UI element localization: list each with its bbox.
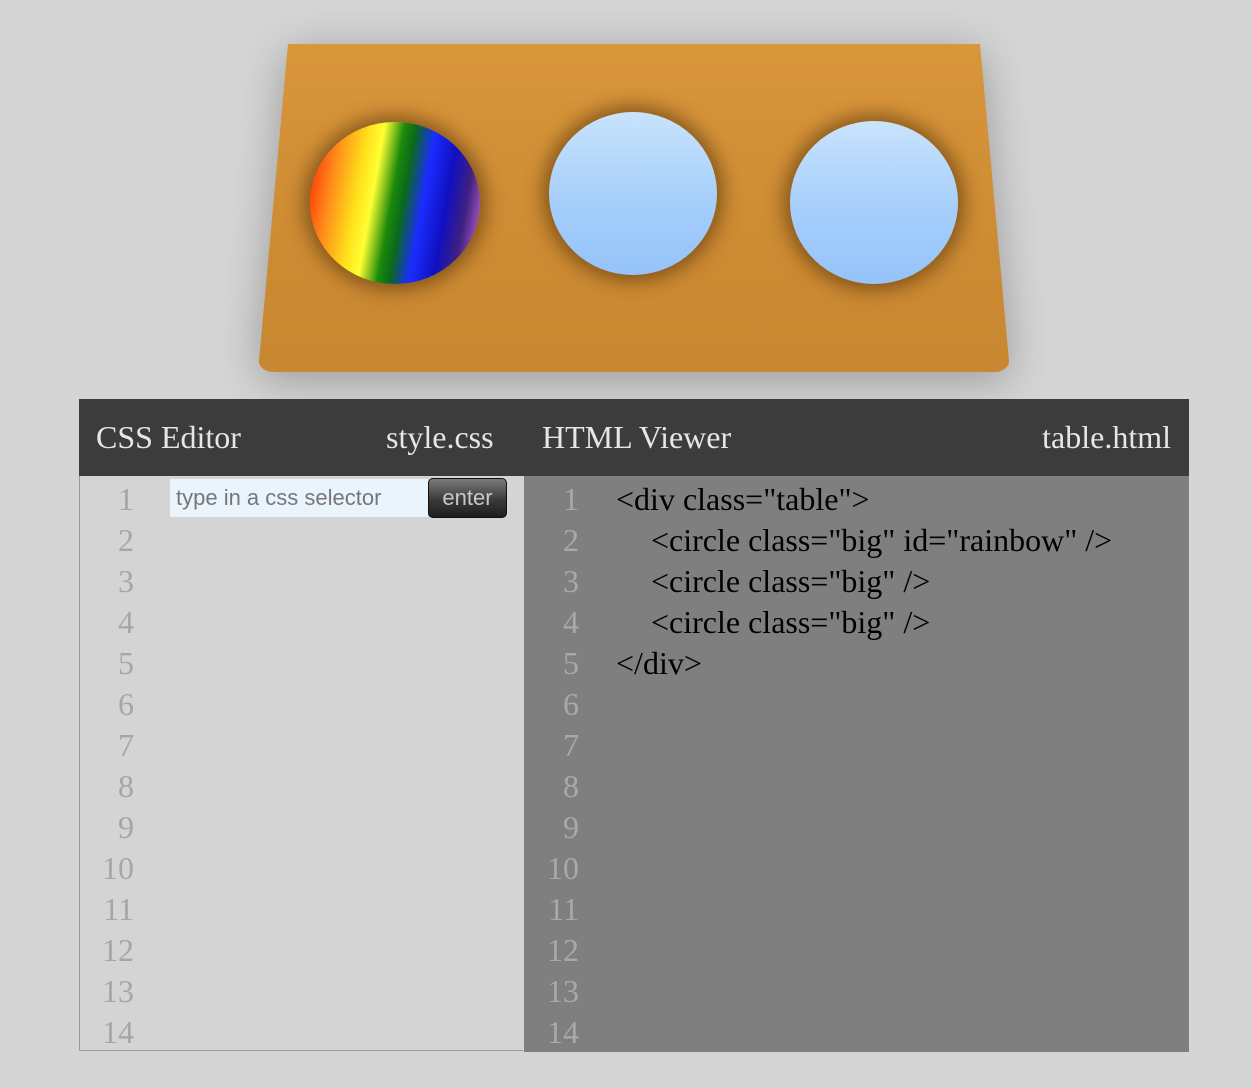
code-line: <div class="table"> [616,481,870,517]
line-number: 4 [118,604,134,640]
editor-panel: CSS Editor style.css HTML Viewer table.h… [79,399,1189,1052]
enter-button[interactable]: enter [428,478,507,518]
html-viewer-pane: 1 2 3 4 5 6 7 8 9 10 11 12 13 14 <div class="table"> <… [524,476,1189,1052]
code-line: <circle class="big" id="rainbow" /> [651,522,1113,558]
line-number: 14 [102,1014,134,1050]
line-number: 6 [563,686,579,722]
code-line: <circle class="big" /> [651,604,931,640]
line-number: 1 [118,481,134,517]
line-number: 4 [563,604,579,640]
css-filename: style.css [386,419,494,455]
code-line: <circle class="big" /> [651,563,931,599]
line-number: 6 [118,686,134,722]
line-number: 13 [102,973,134,1009]
line-number: 13 [547,973,579,1009]
css-line-numbers: 1 2 3 4 5 6 7 8 9 10 11 12 13 14 [80,479,134,1053]
line-number: 2 [118,522,134,558]
line-number: 11 [103,891,134,927]
table [258,44,1010,372]
html-code: <div class="table"> <circle class="big" i… [616,479,1112,684]
line-number: 9 [563,809,579,845]
plate-3 [790,121,958,284]
line-number: 5 [118,645,134,681]
css-selector-input[interactable] [170,479,428,517]
game-scene: CSS Editor style.css HTML Viewer table.h… [0,0,1252,1088]
line-number: 8 [563,768,579,804]
line-number: 11 [548,891,579,927]
line-number: 12 [102,932,134,968]
plate-2 [549,112,717,275]
plate-rainbow [310,122,480,284]
line-number: 10 [547,850,579,886]
html-viewer-title: HTML Viewer [542,419,732,455]
line-number: 8 [118,768,134,804]
html-line-numbers: 1 2 3 4 5 6 7 8 9 10 11 12 13 14 [524,479,579,1053]
line-number: 9 [118,809,134,845]
line-number: 10 [102,850,134,886]
line-number: 3 [118,563,134,599]
line-number: 12 [547,932,579,968]
css-editor-pane: 1234567891011121314 enter [79,476,523,1051]
css-editor-title: CSS Editor [96,419,241,455]
line-number: 5 [563,645,579,681]
line-number: 14 [547,1014,579,1050]
line-number: 2 [563,522,579,558]
line-number: 1 [563,481,579,517]
html-filename: table.html [1042,419,1171,455]
editor-header: CSS Editor style.css HTML Viewer table.h… [79,399,1189,476]
code-line: </div> [616,645,702,681]
line-number: 3 [563,563,579,599]
line-number: 7 [563,727,579,763]
line-number: 7 [118,727,134,763]
